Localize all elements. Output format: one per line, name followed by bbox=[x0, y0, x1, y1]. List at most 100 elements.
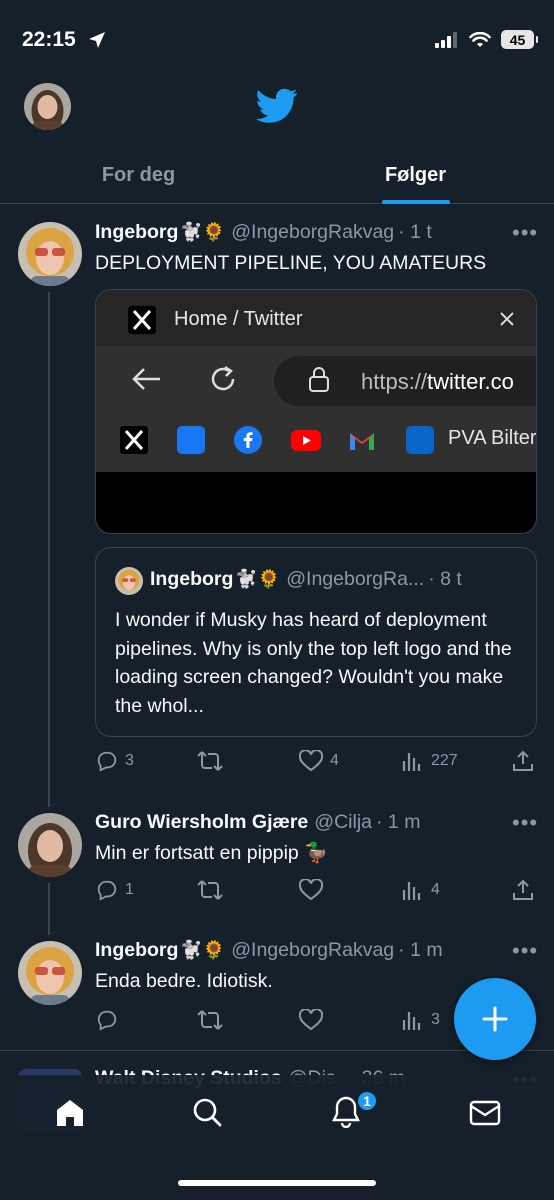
youtube-icon bbox=[291, 430, 321, 451]
bookmark-x-icon bbox=[120, 426, 148, 454]
view-count: 227 bbox=[431, 752, 458, 769]
tweet-avatar[interactable] bbox=[18, 222, 82, 286]
browser-url: https://twitter.co bbox=[361, 369, 514, 395]
like-icon bbox=[299, 1009, 323, 1031]
tab-label: Følger bbox=[384, 164, 447, 186]
twitter-bird-icon[interactable] bbox=[256, 88, 298, 124]
more-icon[interactable]: ••• bbox=[512, 222, 538, 244]
reload-icon bbox=[211, 365, 235, 391]
tweet-time: · 1 t bbox=[398, 221, 432, 243]
views-icon bbox=[402, 1012, 421, 1030]
views-icon bbox=[402, 882, 421, 900]
status-time: 22:15 bbox=[22, 28, 76, 51]
tweet-header: Ingeborg 🐩🌻 @IngeborgRakvag · 1 m bbox=[95, 939, 443, 962]
home-icon[interactable] bbox=[55, 1098, 85, 1128]
tab-label: For deg bbox=[101, 164, 176, 186]
tweet-actions: 1 4 bbox=[0, 877, 554, 903]
quote-header: Ingeborg 🐩🌻 @IngeborgRa... · 8 t bbox=[150, 568, 462, 591]
url-prefix: https:// bbox=[361, 369, 428, 394]
facebook-icon bbox=[234, 426, 262, 454]
reply-button[interactable]: 1 bbox=[96, 879, 134, 901]
home-indicator bbox=[178, 1180, 376, 1186]
messages-icon[interactable] bbox=[469, 1100, 501, 1126]
retweet-button[interactable] bbox=[197, 1009, 223, 1031]
retweet-icon bbox=[197, 1010, 223, 1030]
share-icon bbox=[513, 750, 533, 771]
compose-button[interactable] bbox=[454, 978, 536, 1060]
quote-author-name: Ingeborg bbox=[150, 568, 234, 590]
compose-icon bbox=[482, 1006, 508, 1032]
navigation-arrow-icon bbox=[89, 32, 105, 48]
author-handle[interactable]: @IngeborgRakvag bbox=[231, 939, 394, 962]
views-icon bbox=[402, 753, 421, 771]
quote-text: I wonder if Musky has heard of deploymen… bbox=[115, 609, 512, 717]
tweet-text: Min er fortsatt en pippip 🦆 bbox=[95, 842, 329, 864]
reply-icon bbox=[97, 1010, 117, 1031]
like-button[interactable]: 4 bbox=[299, 750, 339, 772]
tweet-header: Ingeborg 🐩🌻 @IngeborgRakvag · 1 t bbox=[95, 221, 432, 244]
like-button[interactable] bbox=[299, 879, 323, 901]
timeline-tabs: For deg Følger bbox=[0, 148, 554, 204]
status-indicators: 45 bbox=[435, 30, 538, 49]
author-name[interactable]: Guro Wiersholm Gjære bbox=[95, 811, 308, 834]
browser-tab-title: Home / Twitter bbox=[174, 308, 303, 330]
retweet-icon bbox=[197, 880, 223, 900]
tweet-time: · 1 m bbox=[398, 939, 443, 961]
x-logo-icon bbox=[128, 306, 156, 334]
tweet-avatar[interactable] bbox=[18, 941, 82, 1005]
notifications-badge: 1 bbox=[356, 1090, 378, 1112]
quoted-tweet[interactable]: Ingeborg 🐩🌻 @IngeborgRa... · 8 t I wonde… bbox=[95, 547, 537, 737]
reply-count: 3 bbox=[125, 752, 134, 769]
view-count: 4 bbox=[431, 881, 440, 898]
author-handle[interactable]: @IngeborgRakvag bbox=[231, 221, 394, 244]
views-button[interactable]: 4 bbox=[402, 879, 440, 901]
tweet-actions: 3 4 227 bbox=[0, 748, 554, 774]
quote-time: · 8 t bbox=[428, 568, 462, 590]
share-icon bbox=[513, 879, 533, 900]
battery-icon: 45 bbox=[501, 30, 538, 49]
bookmark-pva-icon bbox=[406, 426, 434, 454]
views-button[interactable]: 227 bbox=[402, 750, 458, 772]
author-emoji: 🐩🌻 bbox=[180, 940, 226, 960]
author-handle[interactable]: @Cilja bbox=[314, 811, 372, 834]
signal-icon bbox=[435, 31, 457, 48]
more-icon[interactable]: ••• bbox=[512, 940, 538, 962]
close-icon bbox=[500, 312, 514, 326]
reply-button[interactable]: 3 bbox=[96, 750, 134, 772]
retweet-button[interactable] bbox=[197, 879, 223, 901]
share-button[interactable] bbox=[512, 879, 534, 901]
profile-avatar[interactable] bbox=[24, 83, 71, 130]
tweet-time: · 1 m bbox=[376, 811, 421, 833]
reply-count: 1 bbox=[125, 881, 134, 898]
share-button[interactable] bbox=[512, 750, 534, 772]
tweet-avatar[interactable] bbox=[18, 813, 82, 877]
url-host: twitter.co bbox=[427, 369, 514, 394]
tab-following[interactable]: Følger bbox=[277, 148, 554, 204]
search-icon[interactable] bbox=[192, 1097, 222, 1127]
view-count: 3 bbox=[431, 1011, 440, 1028]
like-icon bbox=[299, 879, 323, 901]
views-button[interactable]: 3 bbox=[402, 1009, 440, 1031]
tweet-text: Enda bedre. Idiotisk. bbox=[95, 970, 273, 992]
reply-icon bbox=[97, 751, 117, 772]
tab-for-you[interactable]: For deg bbox=[0, 148, 277, 203]
quote-avatar bbox=[115, 567, 143, 595]
bookmark-blue-icon bbox=[177, 426, 205, 454]
more-icon[interactable]: ••• bbox=[512, 812, 538, 834]
lock-icon bbox=[309, 367, 329, 392]
author-name[interactable]: Ingeborg bbox=[95, 939, 178, 962]
quote-author-emoji: 🐩🌻 bbox=[235, 569, 281, 589]
tweet-media-image[interactable]: Home / Twitter https://twitter.co PVA Bi… bbox=[95, 289, 537, 534]
quote-author-handle: @IngeborgRa... bbox=[286, 568, 425, 590]
wifi-icon bbox=[469, 31, 491, 47]
author-name[interactable]: Ingeborg bbox=[95, 221, 178, 244]
browser-tabbar bbox=[96, 290, 536, 346]
tweet-header: Guro Wiersholm Gjære @Cilja · 1 m bbox=[95, 811, 420, 834]
like-button[interactable] bbox=[299, 1009, 323, 1031]
author-emoji: 🐩🌻 bbox=[180, 222, 226, 242]
gmail-icon bbox=[350, 433, 374, 450]
retweet-button[interactable] bbox=[197, 750, 223, 772]
back-arrow-icon bbox=[132, 368, 160, 390]
thread-line bbox=[48, 292, 50, 807]
reply-button[interactable] bbox=[96, 1009, 118, 1031]
